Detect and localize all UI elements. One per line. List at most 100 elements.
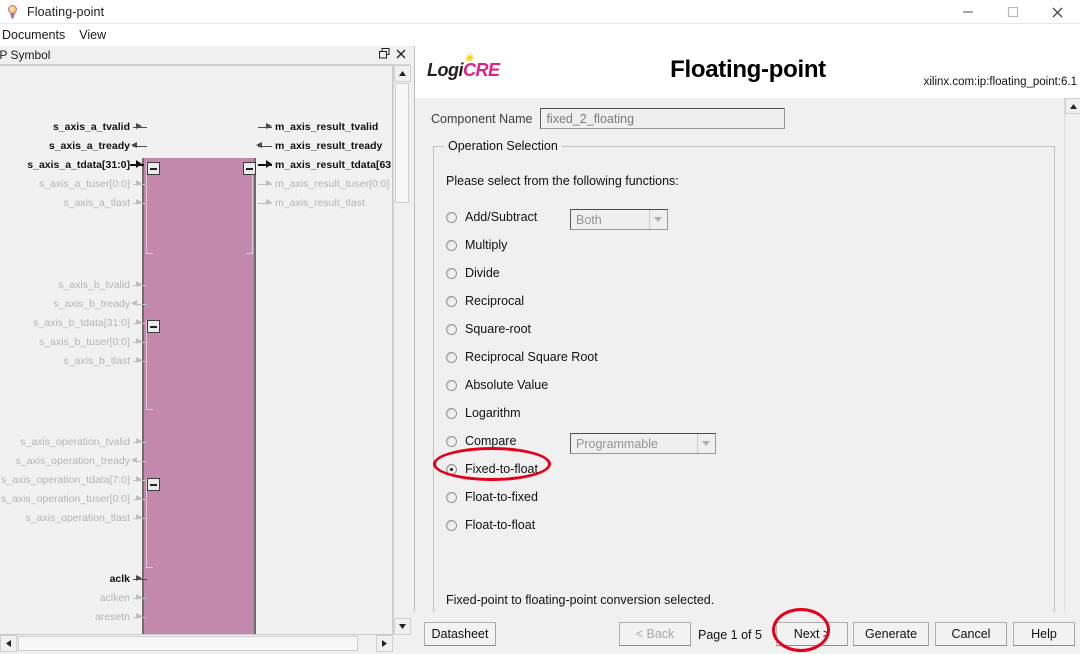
close-icon[interactable]: [396, 47, 406, 63]
port-label: m_axis_result_tvalid: [275, 121, 379, 133]
port-label: s_axis_a_tvalid: [52, 121, 130, 133]
scroll-right-icon[interactable]: [376, 635, 393, 652]
radio-option-reciprocal[interactable]: Reciprocal: [446, 287, 598, 315]
component-name-input[interactable]: fixed_2_floating: [540, 108, 786, 129]
dialog-button-bar: Datasheet < Back Page 1 of 5 Next > Gene…: [414, 612, 1080, 654]
radio-icon[interactable]: [446, 267, 457, 279]
radio-icon[interactable]: [446, 435, 457, 447]
option-label: Square-root: [465, 322, 532, 336]
radio-icon[interactable]: [446, 463, 457, 475]
option-label: Logarithm: [465, 406, 521, 420]
chevron-down-icon[interactable]: [649, 210, 666, 229]
datasheet-button[interactable]: Datasheet: [424, 622, 496, 646]
radio-option-logarithm[interactable]: Logarithm: [446, 399, 598, 427]
option-label: Float-to-fixed: [465, 490, 538, 504]
radio-icon[interactable]: [446, 239, 457, 251]
radio-option-multiply[interactable]: Multiply: [446, 231, 598, 259]
radio-icon[interactable]: [446, 519, 457, 531]
ip-block-body: [142, 158, 256, 634]
select-value: Both: [576, 212, 602, 227]
scroll-left-icon[interactable]: [0, 635, 17, 652]
add-subtract-mode-select[interactable]: Both: [570, 209, 668, 230]
port-label: s_axis_operation_tvalid: [20, 436, 130, 448]
config-vertical-scrollbar[interactable]: [1064, 98, 1080, 654]
group-bracket-b: [146, 320, 153, 410]
port-label: s_axis_a_tlast: [63, 197, 130, 209]
restore-icon[interactable]: [379, 47, 390, 63]
radio-icon[interactable]: [446, 323, 457, 335]
radio-option-fixed-to-float[interactable]: Fixed-to-float: [446, 455, 598, 483]
help-button[interactable]: Help: [1013, 622, 1075, 646]
cancel-button[interactable]: Cancel: [935, 622, 1007, 646]
chevron-down-icon[interactable]: [697, 434, 714, 453]
close-icon[interactable]: [1035, 0, 1080, 24]
port-label: aclk: [109, 573, 130, 585]
radio-icon[interactable]: [446, 379, 457, 391]
port-label: s_axis_operation_tready: [15, 455, 130, 467]
operation-status-text: Fixed-point to floating-point conversion…: [446, 593, 715, 607]
scroll-up-icon[interactable]: [1065, 98, 1080, 114]
scroll-thumb[interactable]: [18, 636, 358, 651]
next-button[interactable]: Next >: [776, 622, 848, 646]
page-indicator: Page 1 of 5: [698, 628, 762, 642]
group-bracket-result: [246, 162, 253, 254]
option-label: Reciprocal: [465, 294, 525, 308]
port-label: s_axis_operation_tlast: [25, 512, 130, 524]
radio-icon[interactable]: [446, 351, 457, 363]
radio-option-divide[interactable]: Divide: [446, 259, 598, 287]
option-label: Add/Subtract: [465, 210, 538, 224]
radio-icon[interactable]: [446, 211, 457, 223]
radio-option-square-root[interactable]: Square-root: [446, 315, 598, 343]
radio-icon[interactable]: [446, 491, 457, 503]
application-window: Floating-point Documents View IP Symbol: [0, 0, 1080, 654]
menu-item-view[interactable]: View: [73, 26, 114, 44]
port-label: s_axis_operation_tdata[7:0]: [0, 474, 130, 486]
radio-icon[interactable]: [446, 407, 457, 419]
configuration-panel: Logi ✷ CRE Floating-point xilinx.com:ip:fl…: [414, 46, 1080, 654]
radio-option-float-to-fixed[interactable]: Float-to-fixed: [446, 483, 598, 511]
port-label: aresetn: [94, 611, 130, 623]
scroll-thumb[interactable]: [395, 83, 409, 203]
title-bar: Floating-point: [0, 0, 1080, 24]
group-bracket-a: [146, 162, 153, 254]
radio-option-reciprocal-square-root[interactable]: Reciprocal Square Root: [446, 343, 598, 371]
minimize-icon[interactable]: [945, 0, 990, 24]
option-label: Divide: [465, 266, 500, 280]
port-label: s_axis_a_tuser[0:0]: [38, 178, 130, 190]
maximize-icon[interactable]: [990, 0, 1035, 24]
component-name-label: Component Name: [431, 111, 533, 126]
generate-button[interactable]: Generate: [853, 622, 929, 646]
radio-icon[interactable]: [446, 295, 457, 307]
option-label: Multiply: [465, 238, 508, 252]
option-label: Fixed-to-float: [465, 462, 538, 476]
radio-option-absolute-value[interactable]: Absolute Value: [446, 371, 598, 399]
scroll-up-icon[interactable]: [394, 65, 411, 82]
option-label: Absolute Value: [465, 378, 549, 392]
group-prompt: Please select from the following functio…: [446, 174, 679, 188]
window-title: Floating-point: [27, 4, 105, 19]
collapse-toggle-a[interactable]: [147, 162, 160, 175]
port-label: m_axis_result_tlast: [275, 197, 365, 209]
port-label: s_axis_a_tdata[31:0]: [27, 159, 130, 171]
port-label: s_axis_b_tdata[31:0]: [33, 317, 130, 329]
collapse-toggle-b[interactable]: [147, 320, 160, 333]
radio-option-float-to-float[interactable]: Float-to-float: [446, 511, 598, 539]
panel-title: IP Symbol: [0, 48, 51, 62]
symbol-vertical-scrollbar[interactable]: [393, 65, 411, 635]
core-header: Logi ✷ CRE Floating-point xilinx.com:ip:fl…: [415, 46, 1080, 98]
group-bracket-operation: [146, 478, 153, 568]
symbol-horizontal-scrollbar[interactable]: [0, 635, 393, 654]
menu-item-documents[interactable]: Documents: [0, 26, 73, 44]
compare-mode-select[interactable]: Programmable: [570, 433, 716, 454]
back-button[interactable]: < Back: [619, 622, 691, 646]
port-label: s_axis_a_tready: [48, 140, 130, 152]
scroll-down-icon[interactable]: [394, 618, 411, 635]
port-label: s_axis_b_tuser[0:0]: [38, 336, 130, 348]
ip-symbol-canvas[interactable]: s_axis_a_tvalid s_axis_a_tready s_axis_a…: [0, 65, 393, 635]
option-label: Float-to-float: [465, 518, 536, 532]
ip-symbol-panel: IP Symbol s_axis_a_tvalid s_axis_a_tread…: [0, 46, 411, 654]
collapse-toggle-operation[interactable]: [147, 478, 160, 491]
collapse-toggle-result[interactable]: [243, 162, 256, 175]
group-legend: Operation Selection: [444, 139, 562, 153]
operation-selection-group: Operation Selection Please select from t…: [433, 139, 1055, 622]
